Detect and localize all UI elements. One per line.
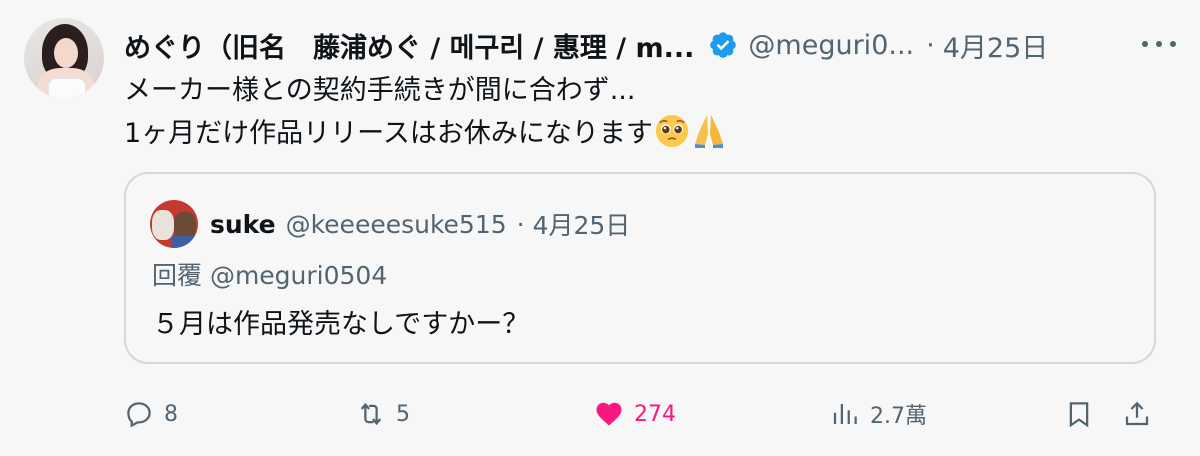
share-icon <box>1125 401 1149 426</box>
quoted-tweet[interactable]: suke @keeeeesuke515 · 4月25日 回覆 @meguri05… <box>124 172 1156 364</box>
tweet-date[interactable]: 4月25日 <box>943 26 1049 65</box>
reply-button[interactable]: 8 <box>124 392 178 436</box>
retweet-count: 5 <box>396 401 410 427</box>
avatar-shirt <box>172 236 198 248</box>
quoted-author-handle[interactable]: @keeeeesuke515 <box>286 210 507 239</box>
quoted-tweet-header: suke @keeeeesuke515 · 4月25日 <box>210 202 630 246</box>
views-chart-icon <box>833 404 857 424</box>
reply-icon <box>127 402 151 428</box>
folded-hands-icon <box>694 115 723 148</box>
views-button[interactable]: 2.7萬 <box>830 392 927 436</box>
reply-count: 8 <box>164 401 178 427</box>
bookmark-icon <box>1069 402 1089 428</box>
more-dot <box>1142 41 1148 47</box>
pleading-face-icon <box>655 114 688 148</box>
more-dot <box>1156 41 1162 47</box>
share-button[interactable] <box>1122 392 1152 436</box>
tweet-text-line-2: 1ヶ月だけ作品リリースはお休みになります <box>124 112 1144 155</box>
verified-badge-icon <box>710 32 737 58</box>
tweet-header: めぐり（旧名 藤浦めぐ / 메구리 / 惠理 / m... @meguri0..… <box>124 24 1180 66</box>
quoted-author-avatar[interactable] <box>150 200 198 248</box>
quoted-header-separator: · <box>516 209 525 239</box>
retweet-icon <box>360 402 382 426</box>
action-bar: 8 5 274 2.7萬 <box>124 392 1164 436</box>
quoted-tweet-date[interactable]: 4月25日 <box>533 206 631 242</box>
avatar-face <box>54 38 78 68</box>
tweet-text-line: 1ヶ月だけ作品リリースはお休みになります <box>124 118 653 149</box>
views-count: 2.7萬 <box>870 404 927 429</box>
tweet-text: メーカー様との契約手続きが間に合わず... 1ヶ月だけ作品リリースはお休みになり… <box>124 70 1144 155</box>
retweet-button[interactable]: 5 <box>356 392 410 436</box>
author-avatar[interactable] <box>24 18 104 98</box>
quoted-reply-to: 回覆 @meguri0504 <box>152 261 388 290</box>
like-button[interactable]: 274 <box>594 392 676 436</box>
author-handle[interactable]: @meguri0... <box>748 30 914 61</box>
heart-icon <box>596 402 622 426</box>
quoted-author-name[interactable]: suke <box>210 210 276 239</box>
tweet-text-line: メーカー様との契約手続きが間に合わず... <box>124 75 636 106</box>
author-display-name[interactable]: めぐり（旧名 藤浦めぐ / 메구리 / 惠理 / m... <box>124 26 694 65</box>
avatar-top <box>48 78 86 98</box>
bookmark-button[interactable] <box>1064 392 1094 436</box>
more-dot <box>1170 41 1176 47</box>
avatar-dog-left <box>152 210 174 240</box>
quoted-tweet-text: ５月は作品発売なしですかー？ <box>152 309 530 340</box>
header-separator: · <box>926 29 935 61</box>
like-count: 274 <box>634 401 676 427</box>
more-options-icon[interactable] <box>1142 34 1176 54</box>
